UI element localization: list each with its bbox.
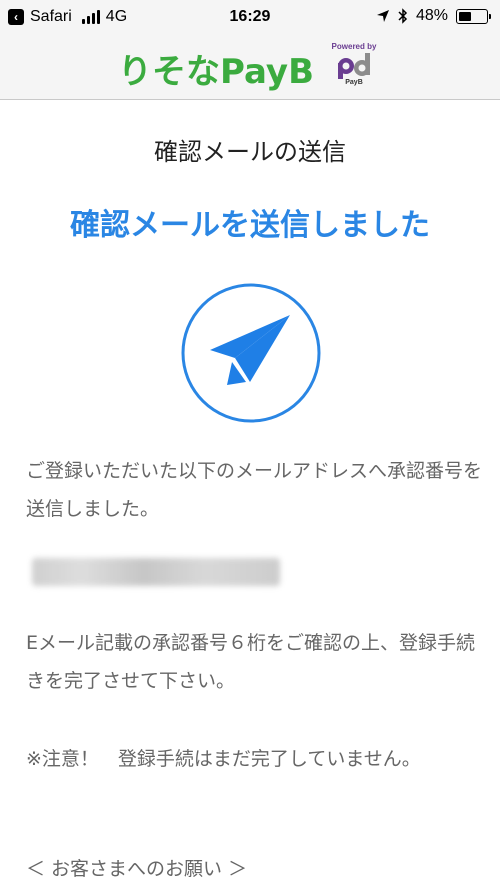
status-bar: ‹ Safari 4G 16:29 48% <box>0 0 500 36</box>
instruction-text: Eメール記載の承認番号６桁をご確認の上、登録手続きを完了させて下さい。 <box>26 632 476 692</box>
bluetooth-icon <box>398 8 408 24</box>
pb-logo-icon <box>338 53 370 79</box>
powered-by-badge: Powered by PayB <box>330 42 378 87</box>
battery-percent: 48% <box>415 7 448 24</box>
page-title: 確認メールの送信 <box>154 138 346 166</box>
email-address-redacted <box>32 558 280 586</box>
battery-icon <box>456 8 491 24</box>
battery-level <box>459 11 471 21</box>
payb-small-label: PayB <box>345 79 363 86</box>
message-sent-text: ご登録いただいた以下のメールアドレスへ承認番号を送信しました。 <box>26 460 483 520</box>
success-headline: 確認メールを送信しました <box>70 208 430 243</box>
location-arrow-icon <box>376 10 389 22</box>
status-right: 48% <box>376 7 491 25</box>
warning-text: ※注意！ 登録手続はまだ完了していません。 <box>26 748 421 770</box>
customer-request-link[interactable]: ＜ お客さまへのお願い ＞ <box>26 854 247 881</box>
paper-plane-icon <box>181 283 321 423</box>
app-header: りそなPayB Powered by PayB <box>0 36 500 100</box>
brand-logo: りそなPayB <box>118 52 314 92</box>
powered-by-label: Powered by <box>331 42 377 51</box>
